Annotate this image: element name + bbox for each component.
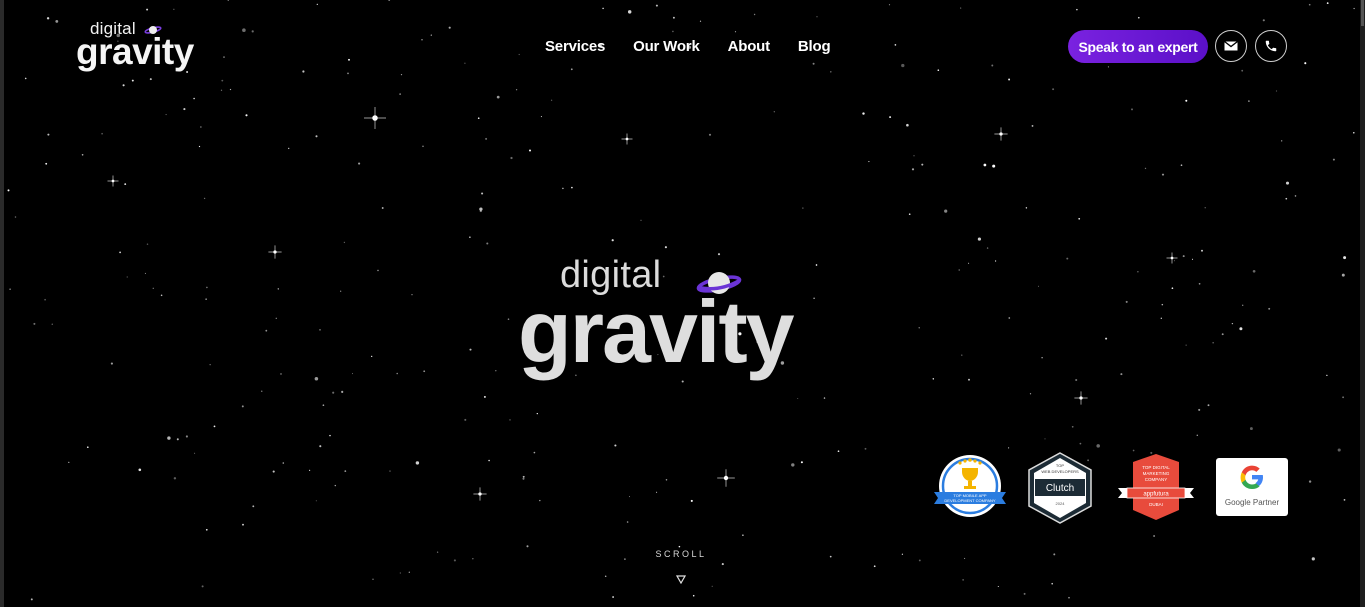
google-partner-label: Google Partner xyxy=(1225,498,1280,507)
phone-icon xyxy=(1265,40,1277,52)
badge-google-partner[interactable]: Google Partner xyxy=(1216,458,1288,521)
phone-button[interactable] xyxy=(1255,30,1287,62)
clutch-brand: Clutch xyxy=(1046,483,1074,494)
badge-1-line-2: DEVELOPMENT COMPANY xyxy=(944,498,996,503)
nav-item-our-work[interactable]: Our Work xyxy=(633,38,700,55)
chevron-down-icon[interactable] xyxy=(676,575,686,584)
badge-top-mobile-app[interactable]: TOP MOBILE APP DEVELOPMENT COMPANY xyxy=(932,454,1008,525)
appfutura-brand: appfutura xyxy=(1143,492,1169,498)
clutch-subtitle: WEB DEVELOPERS xyxy=(1041,469,1079,474)
nav-item-about[interactable]: About xyxy=(728,38,771,55)
badge-clutch[interactable]: TOP WEB DEVELOPERS Clutch 2024 xyxy=(1027,452,1093,529)
logo-text-bottom: gravity xyxy=(76,31,194,72)
nav-item-blog[interactable]: Blog xyxy=(798,38,831,55)
appfutura-line-2: MARKETING xyxy=(1143,471,1170,476)
envelope-icon xyxy=(1224,41,1238,51)
hero-logo: digital gravity xyxy=(518,252,818,382)
appfutura-line-3: COMPANY xyxy=(1145,477,1167,482)
clutch-top: TOP xyxy=(1056,463,1064,468)
email-button[interactable] xyxy=(1215,30,1247,62)
appfutura-line-1: TOP DIGITAL xyxy=(1142,465,1170,470)
clutch-year: 2024 xyxy=(1056,501,1066,506)
speak-to-expert-button[interactable]: Speak to an expert xyxy=(1068,30,1208,63)
nav-item-services[interactable]: Services xyxy=(545,38,605,55)
scroll-label: SCROLL xyxy=(655,549,707,559)
appfutura-city: DUBAI xyxy=(1149,502,1163,507)
header-logo[interactable]: digital gravity xyxy=(76,18,206,74)
badge-appfutura[interactable]: TOP DIGITAL MARKETING COMPANY appfutura … xyxy=(1117,452,1195,527)
main-nav: Services Our Work About Blog xyxy=(545,38,831,55)
hero-logo-text-bottom: gravity xyxy=(518,282,795,381)
